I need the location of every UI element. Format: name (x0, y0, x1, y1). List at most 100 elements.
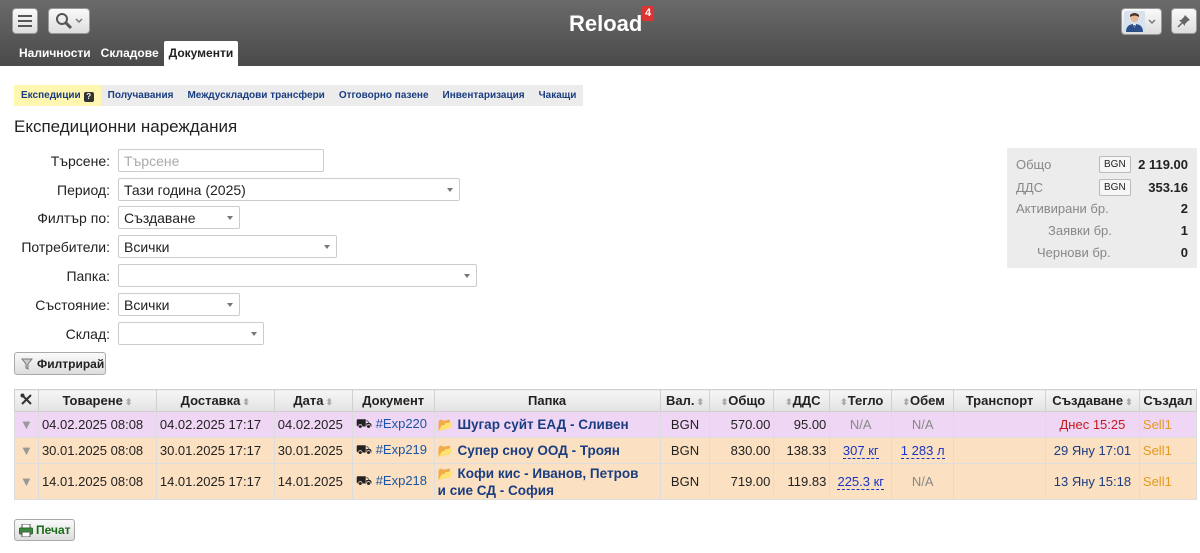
column-label: Дата (293, 393, 324, 408)
cell-loading: 04.02.2025 08:08 (37, 411, 157, 438)
column-header-date[interactable]: Дата ⬍ (273, 389, 353, 412)
summary-activated-label: Активирани бр. (1016, 201, 1109, 216)
cell-created-by[interactable]: Sell1 (1138, 463, 1198, 500)
cell-folder: 📂 Кофи кис - Иванов, Петров и сие СД - Со… (433, 463, 661, 500)
column-header-folder: Папка (433, 389, 661, 412)
period-select[interactable]: Тази година (2025) (118, 178, 460, 201)
subtab-receipts[interactable]: Получавания (101, 85, 181, 106)
document-link[interactable]: #Exp220 (376, 416, 427, 431)
users-value: Всички (124, 239, 170, 255)
subtab-label: Експедиции (21, 90, 81, 101)
folder-link-continued[interactable]: и сие СД - София (438, 483, 554, 498)
printer-icon (19, 523, 33, 537)
sort-icon: ⬍ (785, 397, 793, 407)
tools-icon (20, 393, 32, 405)
row-expand-toggle[interactable]: ▼ (14, 411, 39, 438)
subtab-transfers[interactable]: Междускладови трансфери (180, 85, 331, 106)
cell-volume: 1 283 л (891, 437, 955, 464)
folder-link[interactable]: Шугар суйт ЕАД - Сливен (457, 417, 628, 432)
column-header-weight[interactable]: ⬍Тегло (829, 389, 893, 412)
currency-badge: BGN (1099, 156, 1131, 173)
cell-volume: N/A (891, 463, 955, 500)
search-input[interactable]: Търсене (118, 149, 324, 172)
currency-badge: BGN (1099, 179, 1131, 196)
folder-select[interactable] (118, 264, 477, 287)
caret-down-icon (251, 332, 257, 336)
column-header-vat[interactable]: ⬍ДДС (773, 389, 831, 412)
document-link[interactable]: #Exp218 (376, 473, 427, 488)
folder-link[interactable]: Кофи кис - Иванов, Петров (457, 466, 638, 481)
table-row[interactable]: ▼ 14.01.2025 08:08 14.01.2025 17:17 14.0… (14, 463, 1198, 500)
cell-total: 719.00 (709, 463, 775, 500)
cell-loading: 30.01.2025 08:08 (37, 437, 157, 464)
search-button[interactable] (48, 8, 90, 34)
tab-stock[interactable]: Наличности (14, 41, 96, 66)
user-menu-button[interactable] (1121, 8, 1162, 35)
subtab-custody[interactable]: Отговорно пазене (332, 85, 436, 106)
summary-activated-value: 2 (1180, 201, 1188, 216)
print-button[interactable]: Печат (14, 519, 75, 541)
help-icon[interactable]: ? (83, 92, 94, 102)
cell-created-by[interactable]: Sell1 (1138, 411, 1198, 438)
cell-folder: 📂 Шугар суйт ЕАД - Сливен (433, 411, 661, 438)
cell-created: Днес 15:25 (1044, 411, 1140, 438)
column-header-created[interactable]: Създаване ⬍ (1044, 389, 1140, 412)
sort-icon: ⬍ (1125, 397, 1133, 407)
truck-icon: ⛟ (355, 441, 373, 457)
menu-button[interactable] (12, 8, 38, 34)
column-label: Общо (728, 393, 766, 408)
tab-documents[interactable]: Документи (163, 41, 239, 66)
caret-down-icon (227, 216, 233, 220)
sort-icon: ⬍ (696, 397, 705, 407)
notification-badge[interactable]: 4 (642, 6, 655, 21)
state-select[interactable]: Всички (118, 293, 240, 316)
document-link[interactable]: #Exp219 (376, 442, 427, 457)
weight-value[interactable]: 307 кг (842, 443, 879, 459)
users-select[interactable]: Всички (118, 235, 337, 258)
summary-panel: Общо BGN 2 119.00 ДДС BGN 353.16 Активир… (1007, 148, 1197, 268)
caret-down-icon (227, 303, 233, 307)
volume-value[interactable]: 1 283 л (900, 443, 945, 459)
search-icon (56, 13, 73, 30)
sort-icon: ⬍ (325, 397, 334, 407)
subtab-dispatches[interactable]: Експедиции? (14, 85, 101, 106)
warehouse-select[interactable] (118, 322, 264, 345)
cell-weight: 307 кг (829, 437, 893, 464)
summary-requests-value: 1 (1180, 223, 1188, 238)
warehouse-label: Склад: (65, 326, 110, 342)
caret-down-icon: ▼ (20, 417, 33, 432)
weight-value[interactable]: 225.3 кг (837, 474, 885, 490)
summary-total: Общо BGN 2 119.00 (1007, 154, 1197, 174)
subtab-inventory[interactable]: Инвентаризация (436, 85, 532, 106)
folder-link[interactable]: Супер сноу ООД - Троян (457, 443, 619, 458)
cell-vat: 119.83 (773, 463, 831, 500)
funnel-icon (21, 358, 33, 370)
table-row[interactable]: ▼ 04.02.2025 08:08 04.02.2025 17:17 04.0… (14, 411, 1198, 438)
table-row[interactable]: ▼ 30.01.2025 08:08 30.01.2025 17:17 30.0… (14, 437, 1198, 464)
column-header-created-by: Създал (1138, 389, 1198, 412)
cell-currency: BGN (659, 437, 711, 464)
cell-volume: N/A (891, 411, 955, 438)
column-header-loading[interactable]: Товарене ⬍ (37, 389, 157, 412)
settings-column-header[interactable] (14, 389, 39, 412)
row-expand-toggle[interactable]: ▼ (14, 437, 39, 464)
column-header-total[interactable]: ⬍Общо (709, 389, 775, 412)
column-label: Обем (910, 393, 945, 408)
pin-button[interactable] (1171, 8, 1197, 34)
cell-created-by[interactable]: Sell1 (1138, 437, 1198, 464)
column-label: Тегло (847, 393, 884, 408)
summary-requests-label: Заявки бр. (1048, 223, 1112, 238)
tab-warehouses[interactable]: Складове (96, 41, 164, 66)
cell-weight: 225.3 кг (829, 463, 893, 500)
column-label: Доставка (180, 393, 241, 408)
column-header-volume[interactable]: ⬍Обем (891, 389, 955, 412)
avatar (1124, 11, 1145, 32)
filter-by-select[interactable]: Създаване (118, 206, 240, 229)
column-header-delivery[interactable]: Доставка ⬍ (155, 389, 275, 412)
filter-button[interactable]: Филтрирай (14, 352, 106, 375)
sort-icon: ⬍ (124, 397, 133, 407)
column-header-currency[interactable]: Вал. ⬍ (659, 389, 711, 412)
row-expand-toggle[interactable]: ▼ (14, 463, 39, 500)
state-value: Всички (124, 297, 170, 313)
subtab-pending[interactable]: Чакащи (532, 85, 584, 106)
